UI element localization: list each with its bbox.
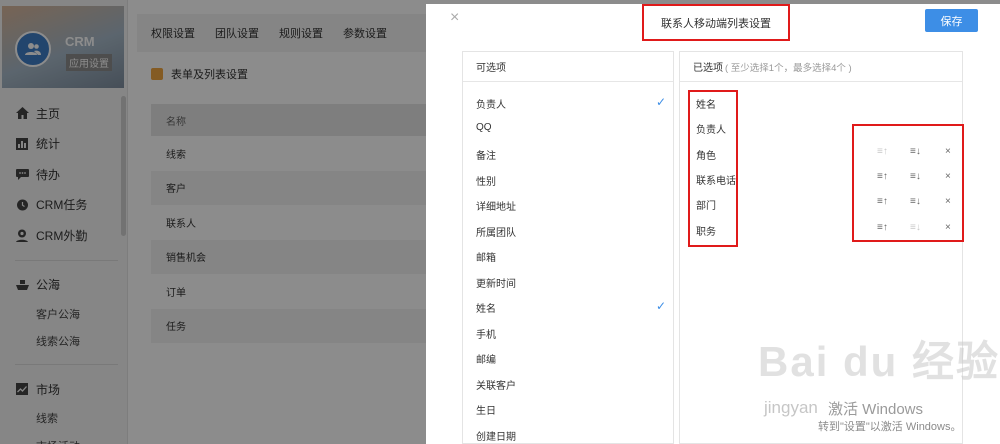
available-option[interactable]: 性别 bbox=[476, 173, 666, 188]
check-icon: ✓ bbox=[655, 95, 666, 109]
available-option[interactable]: 手机 bbox=[476, 326, 666, 341]
close-icon[interactable]: × bbox=[450, 9, 459, 27]
check-icon: ✓ bbox=[655, 299, 666, 313]
available-option[interactable]: 姓名 ✓ bbox=[476, 299, 666, 315]
available-options-panel: 可选项 负责人 ✓ QQ 备注性别详细地址所属团队邮箱更新时间姓名 ✓ 手机邮编关联客户生… bbox=[462, 51, 674, 444]
available-option-label: 所属团队 bbox=[476, 227, 516, 239]
selected-hint: ( 至少选择1个，最多选择4个 ) bbox=[725, 62, 852, 74]
available-option-label: 备注 bbox=[476, 151, 496, 162]
highlight-box-names bbox=[688, 90, 738, 247]
windows-activate-hint: 转到"设置"以激活 Windows。 bbox=[818, 421, 962, 433]
windows-activate-text: 激活 Windows bbox=[828, 401, 924, 418]
available-option-label: 性别 bbox=[476, 176, 496, 188]
available-option-label: 负责人 bbox=[476, 100, 506, 111]
available-option-label: QQ bbox=[476, 121, 492, 133]
available-option-label: 手机 bbox=[476, 329, 496, 341]
available-option-label: 生日 bbox=[476, 406, 496, 417]
highlight-box-actions bbox=[852, 124, 964, 242]
save-button[interactable]: 保存 bbox=[925, 9, 978, 32]
available-header: 可选项 bbox=[463, 52, 673, 82]
available-option[interactable]: QQ bbox=[476, 122, 666, 136]
watermark-brand: Bai du 经验 bbox=[758, 338, 1000, 385]
selected-header: 已选项 ( 至少选择1个，最多选择4个 ) bbox=[680, 52, 962, 82]
watermark-site: jingyan bbox=[764, 398, 818, 417]
available-option[interactable]: 创建日期 bbox=[476, 428, 666, 443]
available-option-label: 更新时间 bbox=[476, 278, 516, 290]
available-option[interactable]: 备注 bbox=[476, 147, 666, 162]
available-option-label: 关联客户 bbox=[476, 380, 516, 392]
available-option-label: 详细地址 bbox=[476, 202, 516, 213]
available-option-label: 创建日期 bbox=[476, 431, 516, 443]
selected-header-label: 已选项 bbox=[693, 63, 723, 74]
available-option-label: 邮编 bbox=[476, 355, 496, 366]
available-option-label: 邮箱 bbox=[476, 253, 496, 264]
modal-title: 联系人移动端列表设置 bbox=[642, 4, 790, 41]
modal-title-text: 联系人移动端列表设置 bbox=[661, 17, 771, 30]
available-option[interactable]: 负责人 ✓ bbox=[476, 95, 666, 111]
available-option[interactable]: 关联客户 bbox=[476, 377, 666, 392]
available-option-label: 姓名 bbox=[476, 304, 496, 315]
available-option[interactable]: 生日 bbox=[476, 402, 666, 417]
available-option[interactable]: 所属团队 bbox=[476, 224, 666, 239]
available-option[interactable]: 邮编 bbox=[476, 351, 666, 366]
available-option[interactable]: 更新时间 bbox=[476, 275, 666, 290]
available-option[interactable]: 详细地址 bbox=[476, 198, 666, 213]
available-option[interactable]: 邮箱 bbox=[476, 249, 666, 264]
